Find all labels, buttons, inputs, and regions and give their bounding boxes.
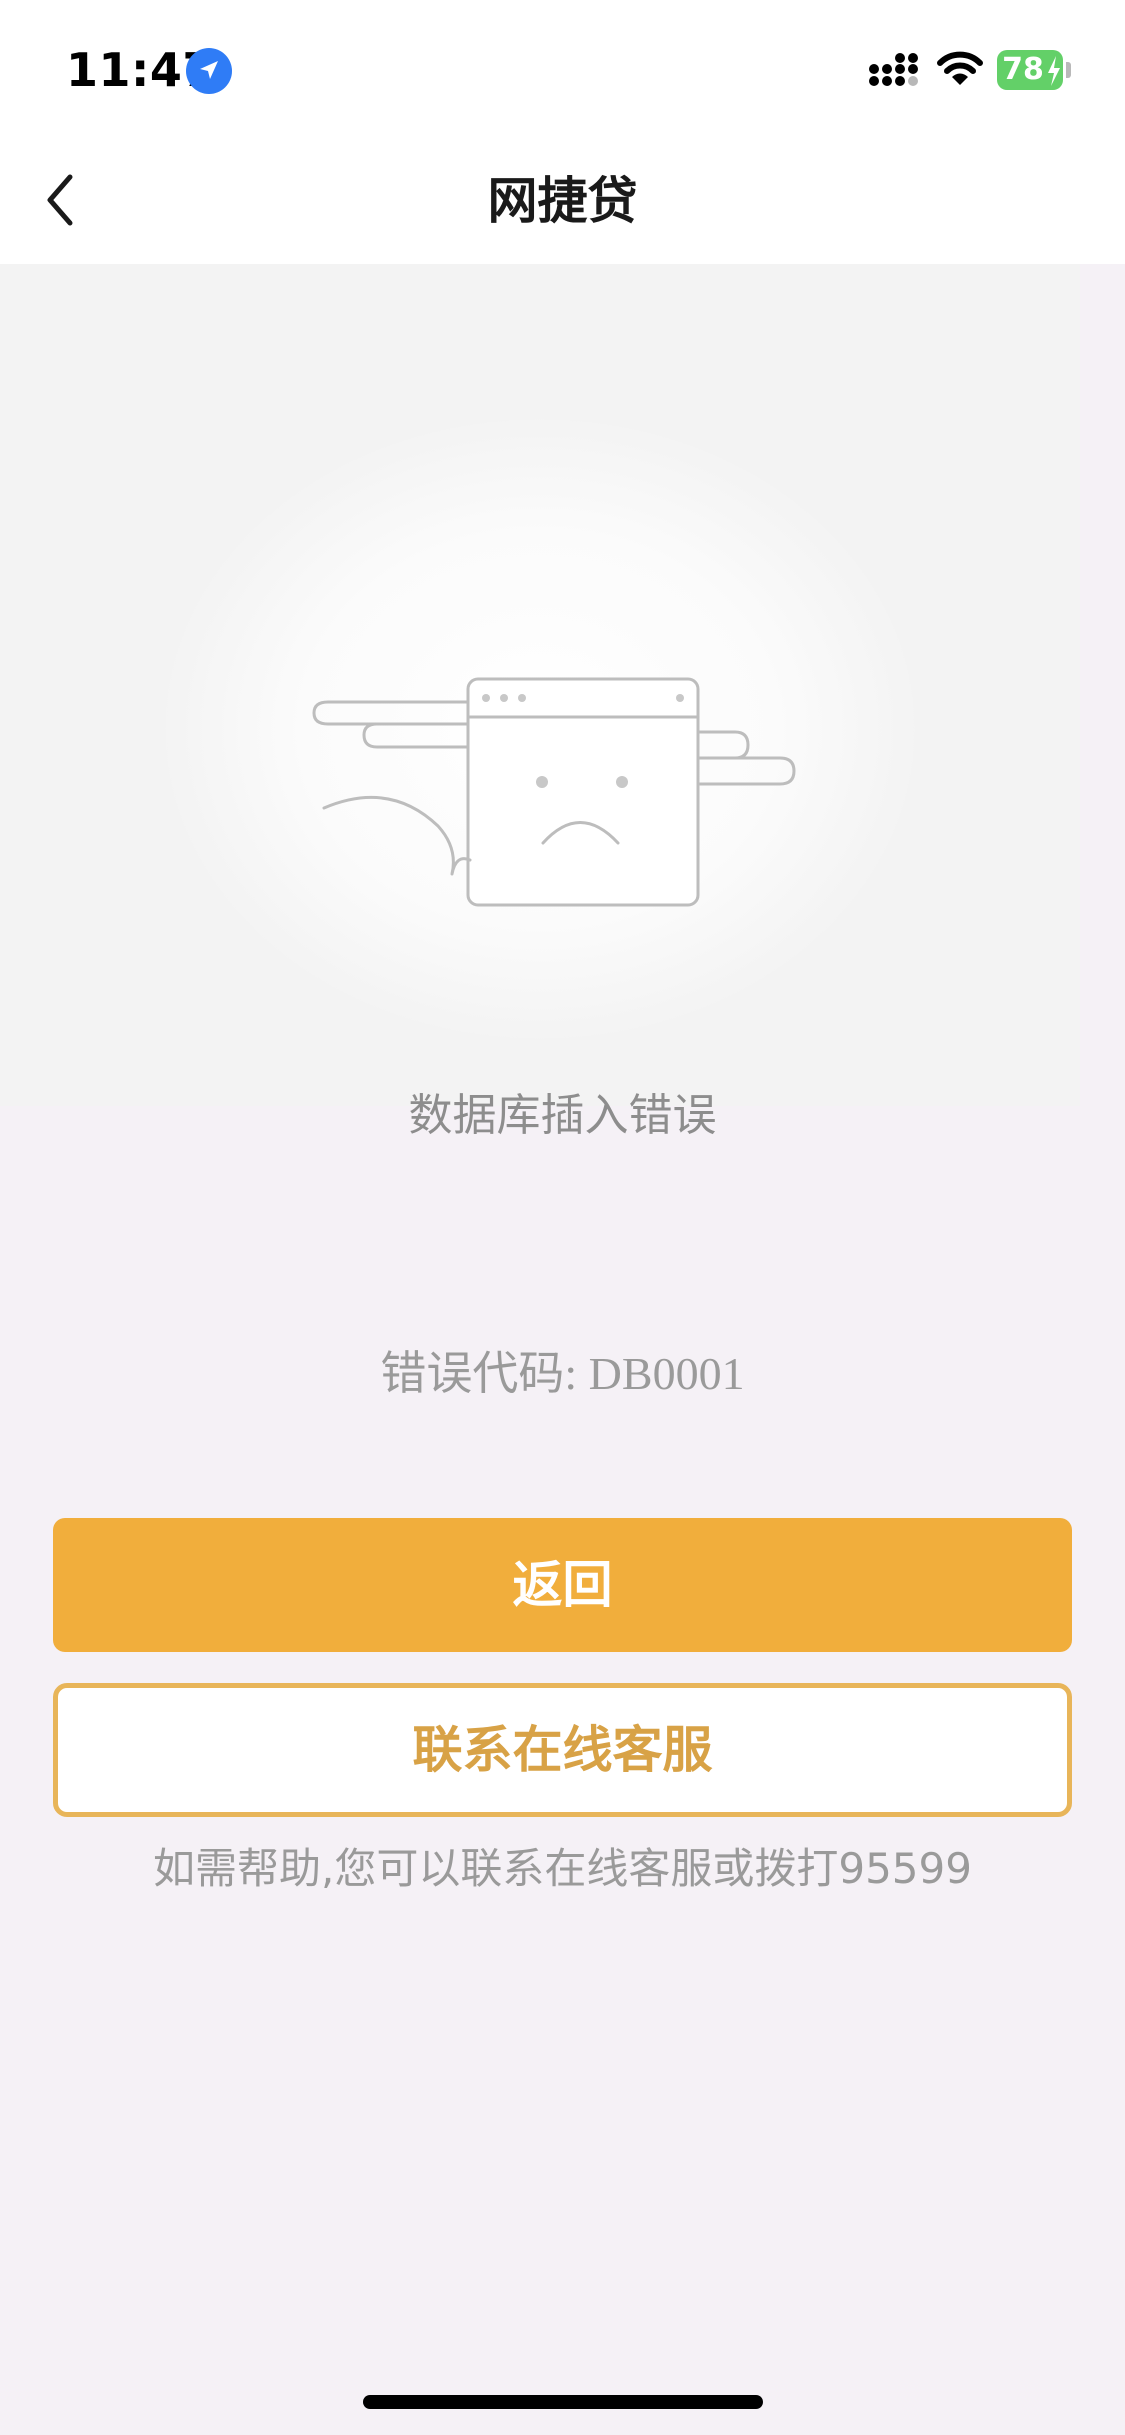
error-illustration (0, 264, 1080, 1106)
nav-bar: 网捷贷 (0, 140, 1125, 264)
error-message: 数据库插入错误 (408, 1090, 717, 1141)
contact-support-button[interactable]: 联系在线客服 (53, 1683, 1072, 1817)
signal-icon (869, 53, 918, 86)
charging-bolt-icon (1048, 56, 1060, 86)
help-text: 如需帮助,您可以联系在线客服或拨打95599 (153, 1844, 972, 1893)
location-arrow-icon (186, 48, 232, 94)
status-bar: 11:47 78 (0, 0, 1125, 140)
sad-browser-window-icon (312, 677, 796, 907)
home-indicator[interactable] (363, 2395, 763, 2409)
battery-level: 78 (1002, 52, 1044, 87)
page-title: 网捷贷 (487, 172, 638, 230)
wifi-icon (937, 51, 983, 85)
error-code: 错误代码: DB0001 (380, 1348, 745, 1399)
return-button[interactable]: 返回 (53, 1518, 1072, 1652)
battery-tip (1066, 62, 1071, 78)
